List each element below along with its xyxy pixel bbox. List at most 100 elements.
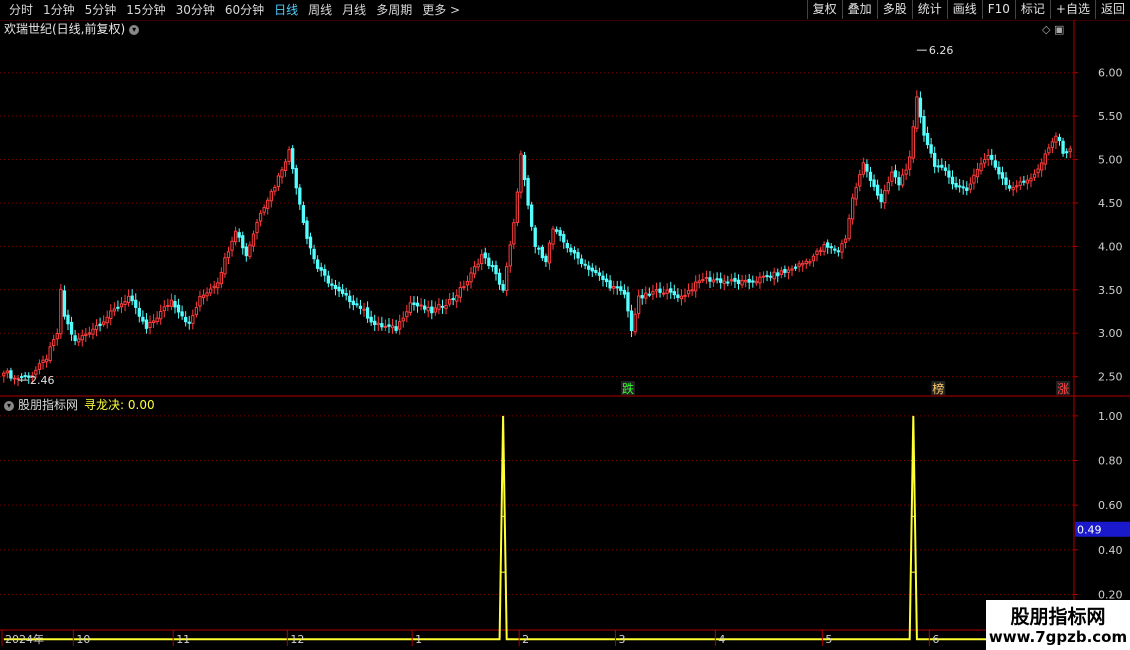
candle-body xyxy=(647,293,652,296)
candle-body xyxy=(205,292,209,297)
candle-body xyxy=(886,181,890,192)
candle-body xyxy=(890,171,894,182)
candle-body xyxy=(1057,136,1062,142)
candle-body xyxy=(947,170,951,178)
candle-body xyxy=(950,176,955,185)
candle-body xyxy=(401,317,405,322)
candle-body xyxy=(608,280,612,289)
candle-body xyxy=(137,307,141,317)
candle-body xyxy=(683,294,687,297)
candle-body xyxy=(376,322,380,326)
candle-body xyxy=(904,169,908,175)
candle-body xyxy=(626,292,630,312)
candle-body xyxy=(576,252,580,259)
candle-body xyxy=(922,116,926,136)
candle-body xyxy=(519,153,523,193)
x-tick-label: 2024年 xyxy=(5,632,44,646)
candle-body xyxy=(765,275,769,278)
candle-body xyxy=(483,252,487,259)
candle-body xyxy=(408,302,413,313)
candle-body xyxy=(298,187,302,205)
candle-body xyxy=(23,375,27,378)
indicator-name[interactable]: 股朋指标网 xyxy=(18,398,78,412)
candle-body xyxy=(472,266,477,275)
candle-body xyxy=(5,370,10,374)
candle-body xyxy=(551,228,555,245)
y-tick-label: 1.00 xyxy=(1098,410,1123,423)
candle-body xyxy=(476,263,480,268)
candle-body xyxy=(515,191,520,223)
candle-body xyxy=(440,305,445,308)
candle-body xyxy=(1061,140,1065,154)
candle-body xyxy=(344,293,348,296)
candle-body xyxy=(340,289,345,294)
candle-body xyxy=(562,234,566,243)
candle-body xyxy=(1015,185,1019,188)
candle-body xyxy=(283,161,288,171)
candle-body xyxy=(726,281,730,284)
candle-body xyxy=(711,279,716,283)
candle-body xyxy=(497,272,502,285)
candle-body xyxy=(601,275,605,281)
candle-body xyxy=(733,278,737,282)
candle-body xyxy=(529,204,534,227)
candle-body xyxy=(98,323,102,327)
candle-body xyxy=(729,279,734,282)
candle-body xyxy=(512,222,516,245)
candle-body xyxy=(262,207,266,213)
candle-body xyxy=(1011,186,1015,191)
candle-body xyxy=(1054,135,1058,143)
indicator-line xyxy=(3,415,1071,641)
candle-body xyxy=(900,174,905,186)
candle-body xyxy=(105,316,109,324)
y-tick-label: 2.50 xyxy=(1098,371,1123,384)
candle-body xyxy=(280,169,284,178)
candle-body xyxy=(615,286,619,289)
candle-body xyxy=(986,155,990,160)
candle-body xyxy=(241,235,245,249)
candle-body xyxy=(679,295,684,300)
candle-body xyxy=(982,159,987,164)
candle-body xyxy=(12,377,17,380)
candle-body xyxy=(783,268,787,273)
candle-body xyxy=(59,288,63,335)
candle-body xyxy=(216,282,220,289)
candle-body xyxy=(993,160,997,168)
candle-body xyxy=(590,267,594,272)
candle-body xyxy=(455,295,459,302)
chevron-down-icon[interactable]: ▾ xyxy=(4,400,14,411)
candle-body xyxy=(526,177,530,206)
stock-chart[interactable]: 6.00 5.50 5.00 4.50 4.00 3.50 3.00 2.50 1.00 0.80… xyxy=(0,0,1130,650)
candle-body xyxy=(458,287,462,298)
candle-body xyxy=(351,300,355,306)
candle-body xyxy=(148,322,152,328)
candle-body xyxy=(772,271,776,280)
watermark: 股朋指标网 www.7gpzb.com xyxy=(986,600,1130,650)
y-tick-label: 3.00 xyxy=(1098,327,1123,340)
watermark-title: 股朋指标网 xyxy=(1010,606,1106,628)
candle-body xyxy=(708,277,712,282)
candle-body xyxy=(333,284,338,290)
candle-body xyxy=(943,167,948,171)
candle-body xyxy=(62,290,67,317)
x-tick-label: 4 xyxy=(718,633,725,646)
candle-body xyxy=(276,175,281,188)
candle-body xyxy=(636,295,641,314)
candle-body xyxy=(130,295,134,302)
candle-body xyxy=(19,376,24,379)
candle-body xyxy=(697,280,701,284)
candle-body xyxy=(736,279,741,284)
candle-body xyxy=(184,316,188,323)
candle-body xyxy=(444,304,448,309)
candle-body xyxy=(583,263,587,266)
candle-body xyxy=(686,289,691,295)
candle-body xyxy=(315,259,320,269)
candle-body xyxy=(55,333,59,340)
candle-body xyxy=(968,183,973,190)
candle-body xyxy=(776,272,780,277)
candle-body xyxy=(879,193,883,203)
candle-body xyxy=(194,307,199,316)
candle-body xyxy=(415,302,420,307)
candle-body xyxy=(44,358,49,363)
candle-body xyxy=(116,306,120,309)
